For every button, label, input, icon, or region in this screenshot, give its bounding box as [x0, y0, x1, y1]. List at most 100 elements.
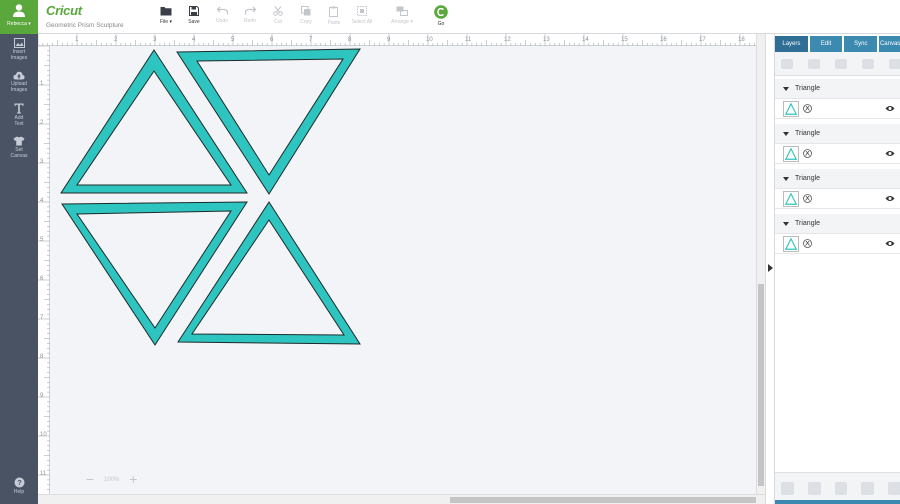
weld-icon[interactable] — [807, 482, 821, 495]
triangle-thumbnail-icon — [783, 191, 799, 207]
file-menu-button[interactable]: File ▾ — [152, 6, 180, 25]
save-button[interactable]: Save — [180, 6, 208, 25]
layer-row-4[interactable] — [775, 234, 900, 254]
triangle-thumbnail-icon — [783, 101, 799, 117]
ungroup-icon[interactable] — [808, 58, 820, 69]
left-sidebar: Rebecca ▾ Insert Images Upload Images Ad… — [0, 0, 38, 504]
zoom-out-button[interactable]: − — [82, 472, 98, 488]
upload-images-label: Upload Images — [10, 81, 28, 93]
redo-button[interactable]: Redo — [236, 6, 264, 24]
select-all-label: Select All — [351, 19, 373, 25]
cut-operation-icon[interactable] — [803, 149, 812, 158]
redo-label: Redo — [244, 18, 256, 24]
help-icon: ? — [14, 477, 24, 488]
upload-images-button[interactable]: Upload Images — [0, 71, 38, 93]
attach-icon[interactable] — [889, 58, 900, 69]
user-name: Rebecca ▾ — [7, 21, 31, 27]
copy-button[interactable]: Copy — [292, 6, 320, 25]
zoom-in-button[interactable]: + — [125, 472, 141, 488]
triangle-thumbnail-icon — [783, 146, 799, 162]
cut-operation-icon[interactable] — [803, 239, 812, 248]
insert-images-button[interactable]: Insert Images — [0, 38, 38, 61]
go-button[interactable]: Go — [427, 5, 455, 27]
arrange-menu-button[interactable]: Arrange ▾ — [388, 6, 416, 25]
text-icon — [14, 103, 24, 114]
layer-group-header-3[interactable]: Triangle — [775, 169, 900, 189]
insert-images-label: Insert Images — [10, 49, 28, 61]
panel-collapse-toggle[interactable] — [765, 34, 774, 504]
go-label: Go — [437, 21, 445, 27]
delete-icon[interactable] — [862, 58, 874, 69]
horizontal-scrollbar-thumb[interactable] — [450, 497, 756, 503]
caret-down-icon — [783, 221, 789, 226]
zoom-level: 100% — [104, 477, 120, 483]
panel-bottom-bar — [775, 500, 900, 504]
select-all-button[interactable]: Select All — [348, 6, 376, 25]
layer-group-header-1[interactable]: Triangle — [775, 79, 900, 99]
design-shapes — [60, 48, 361, 346]
cut-operation-icon[interactable] — [803, 104, 812, 113]
caret-down-icon — [783, 131, 789, 136]
add-text-label: Add Text — [14, 115, 24, 127]
flatten-icon[interactable] — [861, 482, 875, 495]
zoom-control: − 100% + — [82, 472, 141, 488]
set-canvas-label: Set Canvas — [10, 147, 28, 159]
triangle-shape-3[interactable] — [61, 201, 248, 346]
eye-icon[interactable] — [885, 240, 895, 247]
user-menu[interactable]: Rebecca ▾ — [0, 0, 38, 34]
image-icon — [13, 38, 25, 48]
layer-row-1[interactable] — [775, 99, 900, 119]
duplicate-icon[interactable] — [835, 58, 847, 69]
layer-row-3[interactable] — [775, 189, 900, 209]
layer-group-header-2[interactable]: Triangle — [775, 124, 900, 144]
undo-icon — [216, 6, 228, 15]
help-label: Help — [13, 489, 25, 495]
arrange-icon — [396, 6, 408, 16]
triangle-thumbnail-icon — [783, 236, 799, 252]
triangle-shape-4[interactable] — [177, 201, 361, 345]
cut-label: Cut — [274, 19, 282, 25]
top-header: Cricut Geometric Prism Sculpture File ▾ … — [38, 0, 900, 34]
design-canvas[interactable]: 1 2 3 4 5 6 7 8 9 10 11 12 13 14 15 16 17 18 1 2 3 4 5 6 7 8 9 10 1… — [38, 34, 756, 494]
help-button[interactable]: ? Help — [0, 477, 38, 496]
layer-group-name: Triangle — [795, 220, 821, 227]
eye-icon[interactable] — [885, 195, 895, 202]
attach-bottom-icon[interactable] — [834, 482, 848, 495]
tab-edit[interactable]: Edit — [809, 36, 843, 52]
vertical-scrollbar[interactable] — [756, 34, 765, 494]
triangle-shape-1[interactable] — [60, 49, 248, 194]
cut-icon — [273, 6, 283, 16]
shirt-icon — [13, 136, 25, 146]
save-icon — [189, 6, 199, 16]
set-canvas-button[interactable]: Set Canvas — [0, 136, 38, 159]
group-icon[interactable] — [781, 58, 793, 69]
tab-canvas[interactable]: Canvas — [879, 36, 900, 52]
caret-down-icon — [783, 86, 789, 91]
paste-label: Paste — [327, 20, 341, 26]
tab-layers[interactable]: Layers — [775, 36, 808, 52]
layer-row-2[interactable] — [775, 144, 900, 164]
user-avatar-icon — [13, 4, 25, 17]
save-label: Save — [188, 19, 200, 25]
eye-icon[interactable] — [885, 105, 895, 112]
vertical-scrollbar-thumb[interactable] — [758, 284, 764, 486]
eye-icon[interactable] — [885, 150, 895, 157]
tab-sync[interactable]: Sync — [844, 36, 878, 52]
horizontal-scrollbar[interactable] — [38, 494, 765, 504]
layer-group-header-4[interactable]: Triangle — [775, 214, 900, 234]
undo-label: Undo — [216, 18, 228, 24]
project-title: Geometric Prism Sculpture — [46, 22, 124, 29]
undo-button[interactable]: Undo — [208, 6, 236, 24]
paste-icon — [329, 6, 338, 17]
layer-group-name: Triangle — [795, 85, 821, 92]
chevron-right-icon — [768, 264, 773, 272]
arrange-menu-label: Arrange ▾ — [391, 19, 413, 25]
select-all-icon — [357, 6, 367, 16]
triangle-shape-2[interactable] — [176, 48, 361, 195]
cut-button[interactable]: Cut — [264, 6, 292, 25]
add-text-button[interactable]: Add Text — [0, 103, 38, 127]
contour-icon[interactable] — [888, 482, 900, 495]
slice-icon[interactable] — [781, 482, 794, 495]
cut-operation-icon[interactable] — [803, 194, 812, 203]
paste-button[interactable]: Paste — [320, 6, 348, 26]
